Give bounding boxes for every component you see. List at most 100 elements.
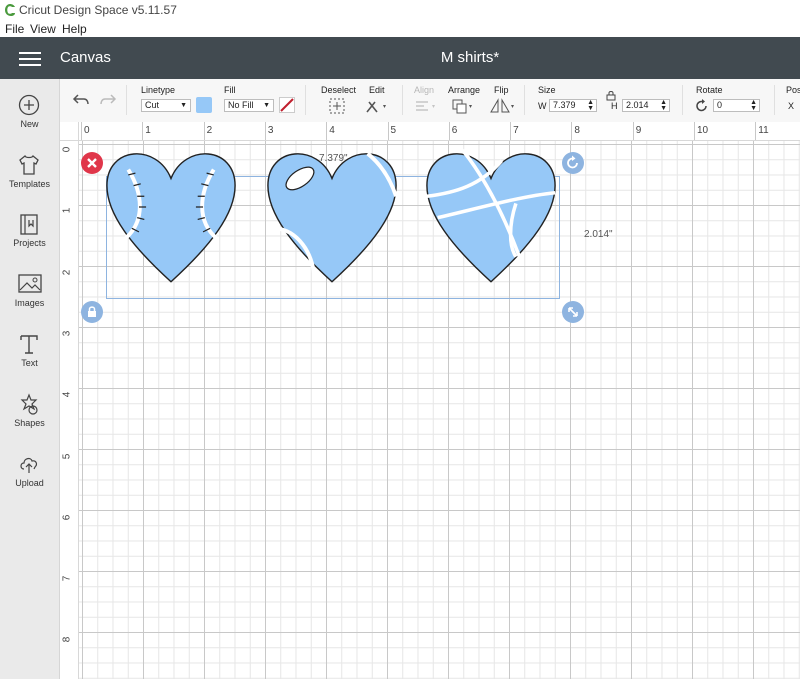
menu-view[interactable]: View: [30, 22, 56, 36]
align-label: Align: [414, 85, 435, 95]
ruler-top-label: 4: [329, 125, 335, 136]
basketball-heart: [426, 148, 556, 283]
hearts-artwork[interactable]: [79, 141, 800, 679]
fill-color-swatch[interactable]: [279, 97, 295, 113]
ruler-tick: [326, 122, 328, 140]
width-input[interactable]: 7.379 ▲ ▼: [549, 99, 597, 112]
linetype-select[interactable]: Cut ▼: [141, 99, 191, 112]
resize-handle-icon[interactable]: [562, 301, 584, 323]
image-icon: [18, 274, 42, 293]
redo-icon[interactable]: [99, 92, 117, 106]
width-value: 7.379: [553, 100, 576, 110]
ruler-tick: [448, 122, 450, 140]
menu-bar: File View Help: [0, 20, 800, 37]
app-title: Cricut Design Space v5.11.57: [19, 3, 177, 17]
delete-handle-icon[interactable]: [81, 152, 103, 174]
lock-icon[interactable]: [605, 89, 617, 101]
ruler-left-label: 4: [61, 391, 73, 398]
size-label: Size: [538, 85, 556, 95]
deselect-icon[interactable]: [329, 98, 345, 114]
sidebar-item-text[interactable]: Text: [0, 333, 59, 389]
football-heart: [267, 152, 398, 283]
flip-icon[interactable]: [489, 98, 515, 114]
rotate-handle-icon[interactable]: [562, 152, 584, 174]
baseball-heart: [106, 152, 236, 283]
rotate-input[interactable]: 0 ▲ ▼: [713, 99, 760, 112]
sidebar-item-upload[interactable]: Upload: [0, 453, 59, 509]
rotate-label: Rotate: [696, 85, 723, 95]
width-label: W: [538, 101, 547, 111]
sidebar-item-label: Projects: [13, 238, 46, 248]
linetype-value: Cut: [145, 100, 160, 110]
linetype-color-swatch[interactable]: [196, 97, 212, 113]
ruler-top-label: 2: [206, 125, 213, 136]
shapes-icon: [20, 393, 38, 415]
ruler-top-label: 9: [635, 125, 642, 136]
project-name[interactable]: M shirts*: [0, 49, 800, 66]
no-fill-icon: [280, 98, 294, 112]
sidebar-item-shapes[interactable]: Shapes: [0, 393, 59, 449]
text-icon: [20, 335, 38, 354]
sidebar-item-label: New: [20, 119, 39, 129]
height-label: H: [611, 101, 618, 111]
ruler-left-label: 0: [61, 146, 73, 153]
ruler-top-label: 10: [697, 125, 709, 136]
sidebar-item-images[interactable]: Images: [0, 273, 59, 329]
undo-icon[interactable]: [72, 92, 90, 106]
linetype-label: Linetype: [141, 85, 176, 95]
fill-value: No Fill: [228, 100, 254, 110]
ruler-horizontal: 0 1 2 3 4 5 6 7 8 9 10 11: [60, 122, 800, 141]
ruler-top-label: 5: [390, 125, 397, 136]
ruler-top-label: 8: [574, 125, 580, 136]
align-icon: [416, 101, 435, 111]
ruler-top-label: 3: [267, 125, 274, 136]
edit-toolbar: Linetype Cut ▼ Fill No Fill ▼ Deselect Edi…: [0, 79, 800, 123]
ruler-left-label: 2: [61, 269, 73, 275]
fill-select[interactable]: No Fill ▼: [224, 99, 274, 112]
app-header: Canvas M shirts*: [0, 37, 800, 79]
projects-icon: [20, 214, 38, 235]
sidebar-item-new[interactable]: New: [0, 94, 59, 150]
ruler-left-label: 5: [61, 453, 73, 459]
sidebar-item-templates[interactable]: Templates: [0, 154, 59, 210]
ruler-left-label: 8: [61, 637, 73, 643]
arrange-icon[interactable]: [451, 98, 475, 114]
edit-tools-icon[interactable]: [365, 98, 389, 114]
separator: [774, 85, 775, 115]
deselect-label: Deselect: [321, 85, 357, 95]
separator: [682, 85, 683, 115]
ruler-left-label: 3: [61, 330, 73, 337]
ruler-left-label: 7: [61, 575, 73, 582]
sidebar-item-projects[interactable]: Projects: [0, 213, 59, 269]
arrange-label: Arrange: [448, 85, 481, 95]
lock-handle-icon[interactable]: [81, 301, 103, 323]
ruler-corner: [60, 122, 79, 141]
sidebar-item-label: Images: [14, 298, 45, 308]
design-canvas[interactable]: 7.379" 2.014": [79, 141, 800, 679]
sidebar-item-label: Upload: [15, 478, 44, 488]
upload-cloud-icon: [20, 457, 38, 473]
ruler-tick: [632, 122, 634, 140]
menu-help[interactable]: Help: [62, 22, 87, 36]
flip-label: Flip: [494, 85, 509, 95]
left-sidebar: New Templates Projects Images Text Shape…: [0, 79, 60, 679]
ruler-tick: [264, 122, 266, 140]
rotate-value: 0: [717, 100, 723, 110]
ruler-left-label: 6: [61, 514, 73, 521]
ruler-tick: [510, 122, 512, 140]
sidebar-item-label: Shapes: [14, 418, 45, 428]
ruler-top-label: 11: [758, 125, 769, 136]
menu-file[interactable]: File: [5, 22, 24, 36]
ruler-top-label: 7: [513, 125, 519, 136]
height-input[interactable]: 2.014 ▲ ▼: [622, 99, 670, 112]
ruler-top-label: 6: [451, 125, 458, 136]
ruler-top-label: 1: [145, 125, 151, 136]
ruler-tick: [203, 122, 205, 140]
rotate-icon: [696, 99, 707, 112]
separator: [126, 85, 127, 115]
sidebar-item-label: Text: [21, 358, 38, 368]
position-label: Pos: [786, 85, 800, 95]
height-value: 2.014: [626, 100, 649, 110]
stepper-icon: ▲ ▼: [750, 99, 757, 112]
cricut-logo-icon: [5, 4, 15, 16]
